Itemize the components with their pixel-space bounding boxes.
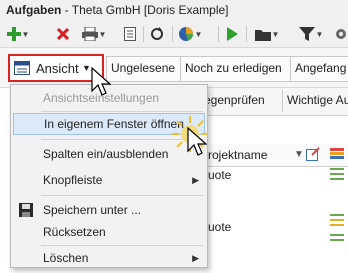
view-button-label: Ansicht — [36, 60, 79, 76]
color-column-icon[interactable] — [330, 147, 344, 161]
add-icon[interactable]: ▼ — [4, 24, 32, 44]
table-row[interactable]: uote — [208, 168, 231, 182]
print-icon[interactable]: ▼ — [80, 24, 108, 44]
view-menu: Ansichtseinstellungen In eigenem Fenster… — [10, 84, 208, 268]
menu-item-save-as[interactable]: Speichern unter ... — [13, 199, 205, 221]
window-icon — [14, 61, 30, 75]
mouse-cursor-icon — [91, 67, 111, 96]
chevron-down-icon[interactable]: ▼ — [82, 63, 91, 73]
view-strip-second: egenprüfen Wichtige Au — [200, 88, 348, 116]
submenu-arrow-icon: ▶ — [192, 175, 199, 185]
mouse-cursor-icon — [187, 127, 207, 156]
folder-icon[interactable]: ▼ — [252, 24, 282, 44]
window-title: Aufgaben - Theta GmbH [Doris Example] — [6, 3, 229, 17]
delete-icon[interactable] — [54, 24, 72, 44]
filter-icon[interactable]: ▼ — [296, 24, 326, 44]
menu-item-delete[interactable]: Löschen ▶ — [13, 247, 205, 269]
toolbar: ▼ ▼ ▼ ▼ ▼ — [0, 20, 348, 48]
table-row[interactable]: uote — [208, 220, 231, 234]
view-strip: Ansicht ▼ Ungelesene Noch zu erledigen A… — [0, 48, 348, 88]
menu-item-reset[interactable]: Rücksetzen — [13, 221, 205, 243]
started-button[interactable]: Angefang — [290, 56, 348, 82]
save-icon — [19, 203, 33, 217]
todo-button[interactable]: Noch zu erledigen — [180, 56, 296, 82]
submenu-arrow-icon: ▶ — [192, 253, 199, 263]
menu-item-label: Knopfleiste — [43, 173, 103, 187]
important-button[interactable]: Wichtige Au — [282, 90, 348, 112]
menu-item-label: Löschen — [43, 251, 89, 265]
review-button[interactable]: egenprüfen — [200, 90, 288, 112]
unread-button[interactable]: Ungelesene — [106, 56, 186, 82]
menu-item-label: Speichern unter ... — [43, 203, 142, 217]
row-status-icon — [330, 214, 344, 241]
sort-arrow-icon[interactable]: ▼ — [294, 149, 304, 160]
task-grid: rojektname ▼ uote uote — [200, 116, 348, 273]
run-icon[interactable] — [224, 24, 240, 44]
refresh-icon[interactable] — [148, 24, 166, 44]
column-header-project[interactable]: rojektname — [208, 148, 267, 162]
window-title-bar: Aufgaben - Theta GmbH [Doris Example] — [0, 0, 348, 20]
row-status-icon — [330, 168, 344, 180]
menu-item-button-bar[interactable]: Knopfleiste ▶ — [13, 169, 205, 191]
pie-chart-icon[interactable]: ▼ — [176, 24, 204, 44]
edit-column-icon[interactable] — [306, 147, 320, 161]
document-icon[interactable] — [122, 24, 138, 44]
settings-icon[interactable] — [334, 24, 348, 44]
view-button[interactable]: Ansicht ▼ — [8, 54, 104, 82]
grid-header: rojektname ▼ — [200, 144, 348, 167]
